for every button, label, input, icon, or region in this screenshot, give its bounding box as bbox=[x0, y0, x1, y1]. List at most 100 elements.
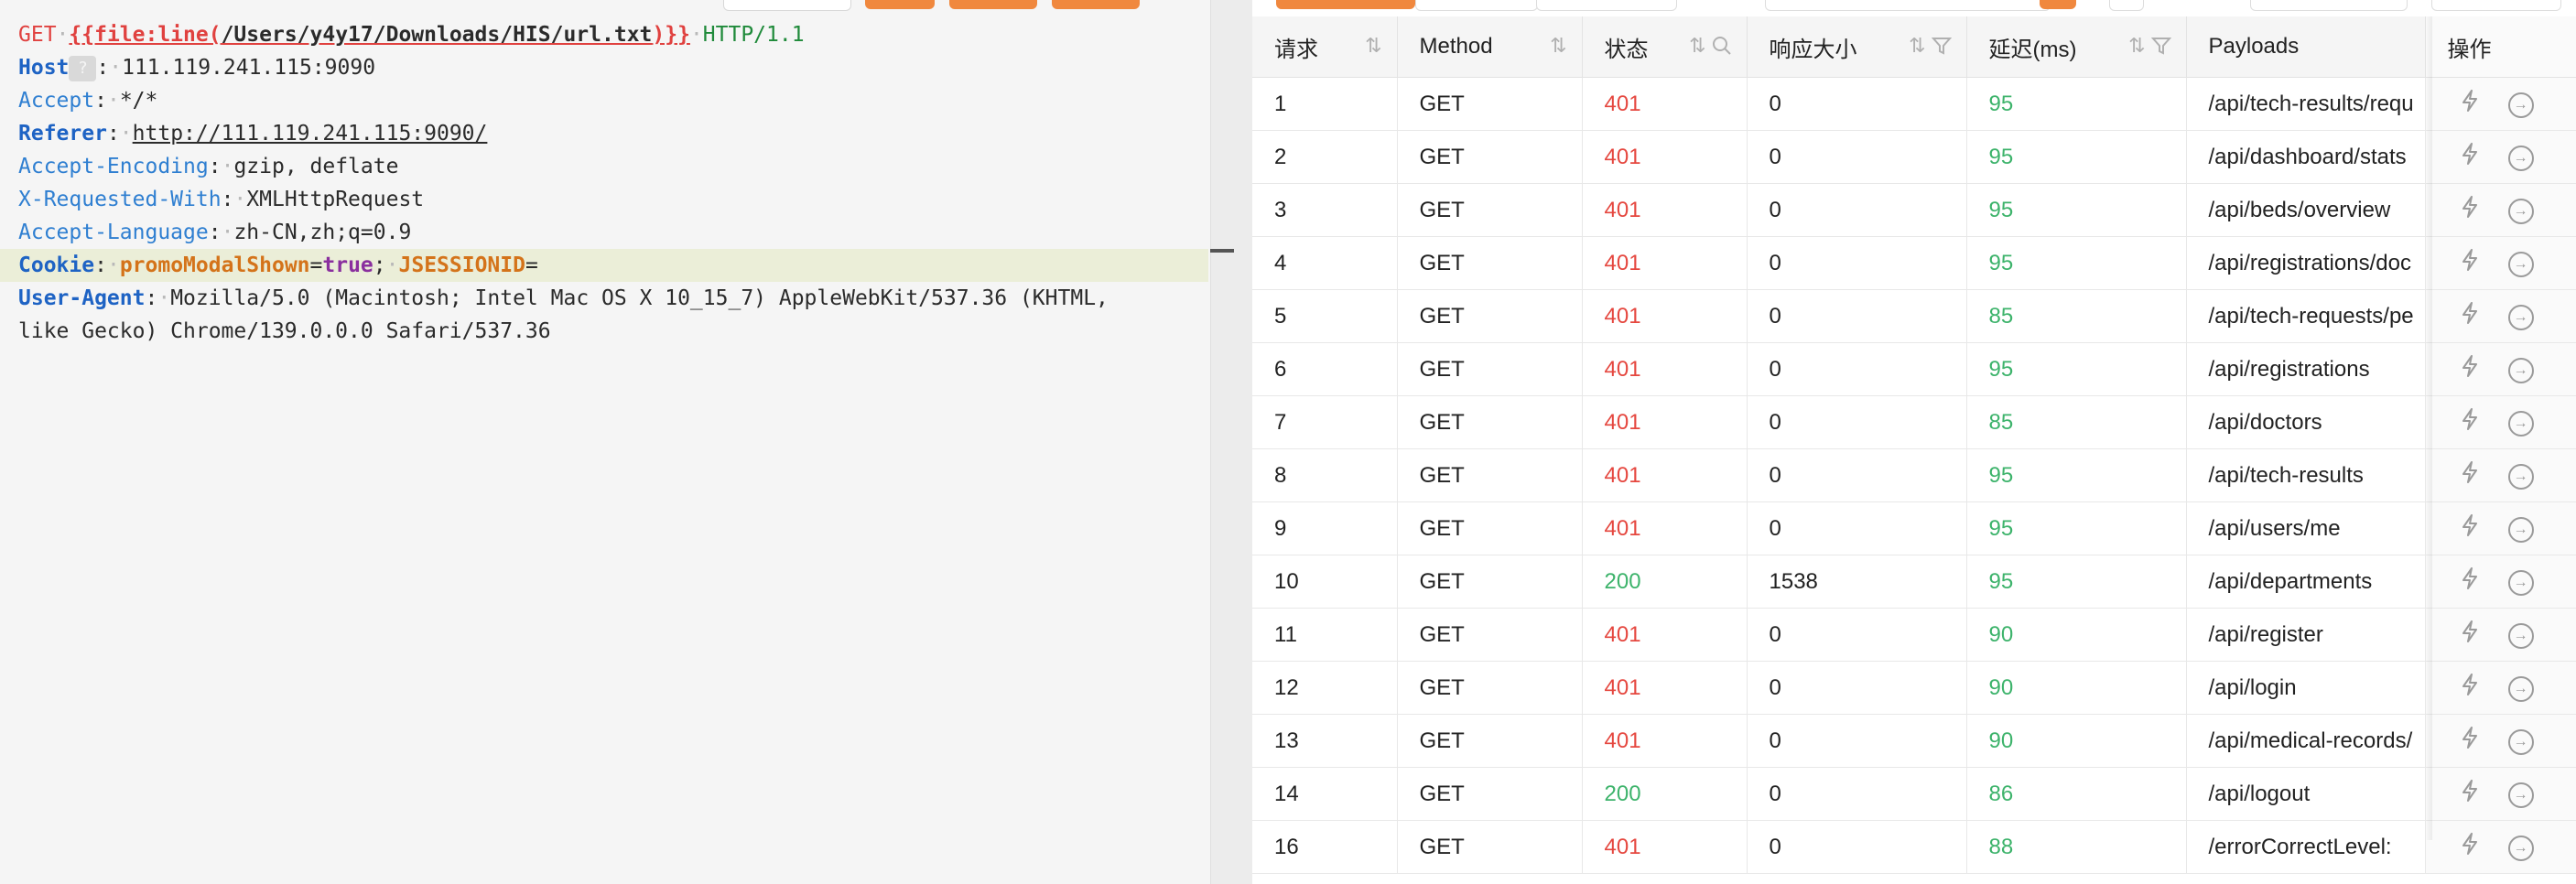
sort-icon[interactable]: ⇅ bbox=[1365, 34, 1381, 58]
table-row[interactable]: 14 GET 200 0 86/api/logout → bbox=[1252, 767, 2576, 821]
lightning-icon[interactable] bbox=[2448, 302, 2492, 330]
status-cell: 401 bbox=[1582, 236, 1748, 290]
arrow-circle-icon[interactable]: → bbox=[2499, 674, 2543, 702]
column-header-latency[interactable]: 延迟(ms) ⇅ bbox=[1966, 16, 2187, 78]
arrow-circle-glyph: → bbox=[2507, 464, 2534, 490]
lightning-icon[interactable] bbox=[2448, 461, 2492, 490]
sort-icon[interactable]: ⇅ bbox=[1909, 34, 1925, 58]
arrow-circle-glyph: → bbox=[2507, 252, 2534, 277]
filter-icon[interactable] bbox=[2150, 36, 2171, 56]
method-cell: GET bbox=[1397, 183, 1583, 237]
filter-icon[interactable] bbox=[1931, 36, 1952, 56]
filter-button[interactable] bbox=[2040, 0, 2076, 9]
actions-cell: → bbox=[2425, 395, 2576, 449]
results-tab[interactable] bbox=[1415, 0, 1538, 11]
arrow-circle-icon[interactable]: → bbox=[2499, 514, 2543, 543]
sort-icon[interactable]: ⇅ bbox=[2128, 34, 2145, 58]
column-header-payloads[interactable]: Payloads bbox=[2186, 16, 2426, 78]
actions-wrap: → bbox=[2426, 822, 2575, 872]
header-line-accept: Accept:·*/* bbox=[18, 89, 158, 113]
toolbar-button[interactable] bbox=[723, 0, 851, 11]
arrow-circle-glyph: → bbox=[2507, 411, 2534, 437]
hint-icon[interactable]: ? bbox=[69, 55, 97, 81]
lightning-icon[interactable] bbox=[2448, 90, 2492, 118]
lightning-icon[interactable] bbox=[2448, 833, 2492, 861]
arrow-circle-icon[interactable]: → bbox=[2499, 196, 2543, 224]
header-line-x-requested-with: X-Requested-With:·XMLHttpRequest bbox=[18, 188, 425, 211]
toolbar-button[interactable] bbox=[865, 0, 935, 9]
arrow-circle-icon[interactable]: → bbox=[2499, 567, 2543, 596]
toolbar-button[interactable] bbox=[949, 0, 1037, 9]
lightning-icon[interactable] bbox=[2448, 514, 2492, 543]
results-tab[interactable] bbox=[1276, 0, 1415, 9]
arrow-circle-glyph: → bbox=[2507, 782, 2534, 808]
lightning-icon[interactable] bbox=[2448, 249, 2492, 277]
arrow-circle-icon[interactable]: → bbox=[2499, 780, 2543, 808]
template-open: {{file:line( bbox=[69, 23, 222, 47]
lightning-icon[interactable] bbox=[2448, 143, 2492, 171]
table-row[interactable]: 13 GET 401 0 90/api/medical-records/ → bbox=[1252, 714, 2576, 768]
cookie-name: JSESSIONID bbox=[398, 253, 525, 277]
latency-cell: 95 bbox=[1966, 183, 2187, 237]
arrow-circle-icon[interactable]: → bbox=[2499, 355, 2543, 383]
table-row[interactable]: 8 GET 401 0 95/api/tech-results → bbox=[1252, 448, 2576, 502]
filter-input[interactable] bbox=[1765, 0, 2051, 11]
header-line-referer: Referer:·http://111.119.241.115:9090/ bbox=[18, 122, 488, 146]
table-row[interactable]: 11 GET 401 0 90/api/register → bbox=[1252, 608, 2576, 662]
arrow-circle-icon[interactable]: → bbox=[2499, 90, 2543, 118]
lightning-icon[interactable] bbox=[2448, 196, 2492, 224]
header-value-link[interactable]: http://111.119.241.115:9090/ bbox=[133, 122, 488, 146]
actions-wrap: → bbox=[2426, 79, 2575, 129]
arrow-circle-icon[interactable]: → bbox=[2499, 833, 2543, 861]
lightning-icon[interactable] bbox=[2448, 620, 2492, 649]
arrow-circle-icon[interactable]: → bbox=[2499, 727, 2543, 755]
lightning-icon[interactable] bbox=[2448, 408, 2492, 437]
table-row[interactable]: 9 GET 401 0 95/api/users/me → bbox=[1252, 501, 2576, 555]
table-row[interactable]: 10 GET 200 1538 95/api/departments → bbox=[1252, 555, 2576, 609]
editor-scrollbar[interactable] bbox=[1210, 0, 1236, 884]
arrow-circle-icon[interactable]: → bbox=[2499, 620, 2543, 649]
column-header-status[interactable]: 状态 ⇅ bbox=[1582, 16, 1748, 78]
raw-request-editor[interactable]: GET·{{file:line(/Users/y4y17/Downloads/H… bbox=[0, 18, 1208, 348]
search-icon[interactable] bbox=[1712, 36, 1732, 56]
header-line-accept-language: Accept-Language:·zh-CN,zh;q=0.9 bbox=[18, 221, 412, 244]
status-cell: 401 bbox=[1582, 183, 1748, 237]
scroll-position-marker bbox=[1210, 249, 1234, 253]
table-row[interactable]: 2 GET 401 0 95/api/dashboard/stats → bbox=[1252, 130, 2576, 184]
lightning-icon[interactable] bbox=[2448, 727, 2492, 755]
table-row[interactable]: 3 GET 401 0 95/api/beds/overview → bbox=[1252, 183, 2576, 237]
toolbar-button[interactable] bbox=[2109, 0, 2144, 11]
table-row[interactable]: 4 GET 401 0 95/api/registrations/doc → bbox=[1252, 236, 2576, 290]
actions-cell: → bbox=[2425, 501, 2576, 555]
column-header-method[interactable]: Method ⇅ bbox=[1397, 16, 1583, 78]
arrow-circle-icon[interactable]: → bbox=[2499, 143, 2543, 171]
table-row[interactable]: 1 GET 401 0 95/api/tech-results/requ → bbox=[1252, 77, 2576, 131]
results-tab[interactable] bbox=[1536, 0, 1677, 11]
table-row[interactable]: 6 GET 401 0 95/api/registrations → bbox=[1252, 342, 2576, 396]
actions-wrap: → bbox=[2426, 397, 2575, 447]
toolbar-button[interactable] bbox=[1052, 0, 1140, 9]
payload-cell: /api/doctors bbox=[2186, 395, 2426, 449]
sort-icon[interactable]: ⇅ bbox=[1689, 34, 1705, 58]
column-header-size[interactable]: 响应大小 ⇅ bbox=[1747, 16, 1967, 78]
arrow-circle-icon[interactable]: → bbox=[2499, 302, 2543, 330]
table-row[interactable]: 16 GET 401 0 88/errorCorrectLevel: → bbox=[1252, 820, 2576, 874]
column-header-request[interactable]: 请求 ⇅ bbox=[1252, 16, 1398, 78]
lightning-icon[interactable] bbox=[2448, 780, 2492, 808]
lightning-icon[interactable] bbox=[2448, 355, 2492, 383]
arrow-circle-icon[interactable]: → bbox=[2499, 461, 2543, 490]
editor-toolbar bbox=[0, 0, 1236, 11]
lightning-icon[interactable] bbox=[2448, 674, 2492, 702]
header-name: Accept-Language bbox=[18, 221, 209, 244]
sort-icon[interactable]: ⇅ bbox=[1550, 34, 1566, 58]
table-row[interactable]: 5 GET 401 0 85/api/tech-requests/pe → bbox=[1252, 289, 2576, 343]
toolbar-button[interactable] bbox=[2431, 0, 2561, 11]
panel-splitter[interactable] bbox=[1236, 0, 1252, 884]
arrow-circle-icon[interactable]: → bbox=[2499, 408, 2543, 437]
lightning-icon[interactable] bbox=[2448, 567, 2492, 596]
arrow-circle-icon[interactable]: → bbox=[2499, 249, 2543, 277]
table-row[interactable]: 12 GET 401 0 90/api/login → bbox=[1252, 661, 2576, 715]
table-row[interactable]: 7 GET 401 0 85/api/doctors → bbox=[1252, 395, 2576, 449]
request-id-cell: 1 bbox=[1252, 77, 1398, 131]
toolbar-button[interactable] bbox=[2250, 0, 2408, 11]
